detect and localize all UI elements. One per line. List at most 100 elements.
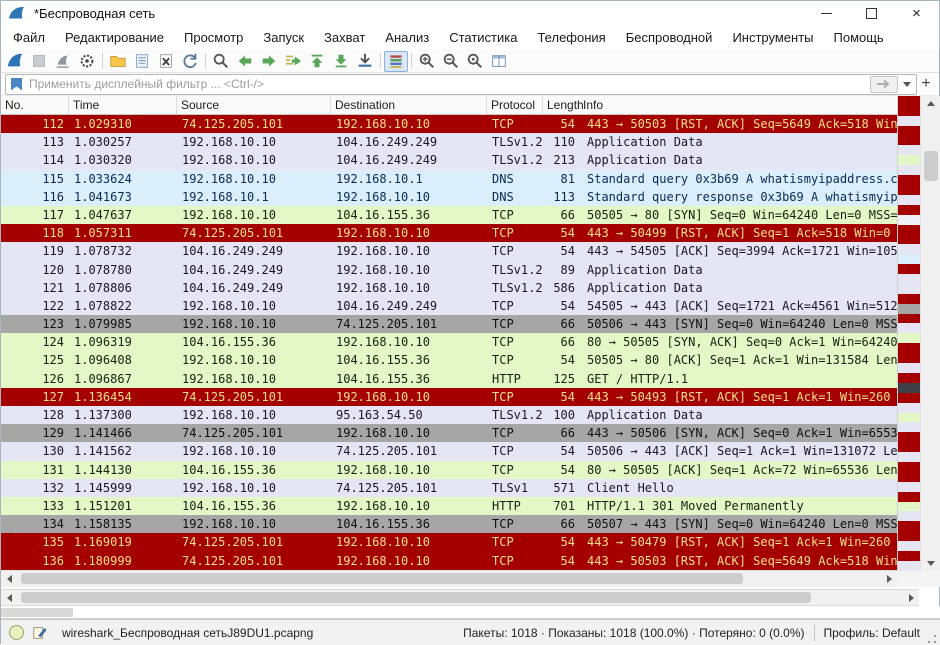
go-to-packet-button[interactable] [281,51,305,72]
menu-edit[interactable]: Редактирование [55,25,174,50]
packet-row[interactable]: 1341.158135192.168.10.10104.16.155.36TCP… [1,515,897,533]
go-to-packet-icon [284,52,302,70]
capture-options-icon [78,52,96,70]
scroll-left-button[interactable] [1,571,17,587]
zoom-original-button[interactable] [463,51,487,72]
scroll-right-button[interactable] [881,571,897,587]
close-file-button[interactable] [154,51,178,72]
vertical-scrollbar-thumb[interactable] [924,151,938,181]
last-packet-button[interactable] [329,51,353,72]
menu-statistics[interactable]: Статистика [439,25,527,50]
save-file-button[interactable] [130,51,154,72]
stop-capture-button[interactable] [27,51,51,72]
packet-row[interactable]: 1311.144130104.16.155.36192.168.10.10TCP… [1,461,897,479]
profile-label[interactable]: Профиль: Default [824,626,921,640]
expert-info-icon[interactable] [9,625,24,640]
display-filter-input[interactable] [27,76,870,92]
column-header-source[interactable]: Source [177,96,331,114]
packet-row[interactable]: 1321.145999192.168.10.1074.125.205.101TL… [1,479,897,497]
packet-row[interactable]: 1361.18099974.125.205.101192.168.10.10TC… [1,552,897,570]
close-button[interactable]: × [894,1,939,25]
start-capture-button[interactable] [3,51,27,72]
packet-row[interactable]: 1141.030320192.168.10.10104.16.249.249TL… [1,151,897,169]
annotation-icon[interactable] [32,625,48,641]
open-file-button[interactable] [106,51,130,72]
toolbar-separator [102,53,103,69]
zoom-in-button[interactable] [415,51,439,72]
packet-row[interactable]: 1291.14146674.125.205.101192.168.10.10TC… [1,424,897,442]
packet-row[interactable]: 1241.096319104.16.155.36192.168.10.10TCP… [1,333,897,351]
column-header-info[interactable]: Info [579,96,897,114]
scroll-up-button[interactable] [921,96,940,111]
column-header-protocol[interactable]: Protocol [487,96,543,114]
packet-row[interactable]: 1211.078806104.16.249.249192.168.10.10TL… [1,279,897,297]
menu-view[interactable]: Просмотр [174,25,253,50]
packet-row[interactable]: 1301.141562192.168.10.1074.125.205.101TC… [1,442,897,460]
menu-telephony[interactable]: Телефония [527,25,615,50]
packet-row[interactable]: 1121.02931074.125.205.101192.168.10.10TC… [1,115,897,133]
menu-go[interactable]: Запуск [253,25,314,50]
menu-wireless[interactable]: Беспроводной [616,25,723,50]
packet-row[interactable]: 1271.13645474.125.205.101192.168.10.10TC… [1,388,897,406]
find-packet-button[interactable] [209,51,233,72]
packet-list-hscrollbar[interactable] [1,570,897,587]
reload-file-button[interactable] [178,51,202,72]
scroll-left-button[interactable] [1,590,17,605]
maximize-button[interactable] [849,1,894,25]
filter-history-dropdown[interactable] [901,77,913,92]
hscrollbar-thumb[interactable] [21,573,743,584]
vertical-scrollbar[interactable] [920,96,940,571]
zoom-out-button[interactable] [439,51,463,72]
pane-splitter-handle[interactable] [1,608,73,617]
packet-row[interactable]: 1131.030257192.168.10.10104.16.249.249TL… [1,133,897,151]
open-file-icon [109,52,127,70]
restart-capture-button[interactable] [51,51,75,72]
menu-analyze[interactable]: Анализ [375,25,439,50]
colorize-packets-button[interactable] [384,51,408,72]
scroll-right-button[interactable] [903,590,919,605]
menu-file[interactable]: Файл [3,25,55,50]
minimap[interactable] [897,96,920,571]
previous-packet-button[interactable] [233,51,257,72]
column-header-time[interactable]: Time [69,96,177,114]
packet-row[interactable]: 1231.079985192.168.10.1074.125.205.101TC… [1,315,897,333]
last-packet-icon [332,52,350,70]
packet-row[interactable]: 1281.137300192.168.10.1095.163.54.50TLSv… [1,406,897,424]
packet-row[interactable]: 1151.033624192.168.10.10192.168.10.1DNS8… [1,170,897,188]
resize-grip[interactable] [926,633,938,645]
display-filter-field[interactable] [5,74,917,95]
filter-bookmark-icon[interactable] [11,78,22,91]
cell-length: 54 [543,351,579,369]
next-packet-button[interactable] [257,51,281,72]
capture-options-button[interactable] [75,51,99,72]
add-filter-button[interactable]: + [917,75,935,93]
column-header-no[interactable]: No. [1,96,69,114]
cell-info: 443 → 50506 [SYN, ACK] Seq=0 Ack=1 Win=6… [579,424,897,442]
packet-row[interactable]: 1171.047637192.168.10.10104.16.155.36TCP… [1,206,897,224]
packet-list[interactable]: 1121.02931074.125.205.101192.168.10.10TC… [1,115,897,570]
packet-row[interactable]: 1351.16901974.125.205.101192.168.10.10TC… [1,533,897,551]
scroll-down-button[interactable] [921,556,940,571]
packet-row[interactable]: 1201.078780104.16.249.249192.168.10.10TL… [1,261,897,279]
capture-file-name[interactable]: wireshark_Беспроводная сетьJ89DU1.pcapng [62,626,313,640]
minimize-button[interactable] [804,1,849,25]
packet-row[interactable]: 1331.151201104.16.155.36192.168.10.10HTT… [1,497,897,515]
column-header-length[interactable]: Length [543,96,579,114]
first-packet-button[interactable] [305,51,329,72]
cell-source: 192.168.10.10 [177,151,331,169]
packet-row[interactable]: 1191.078732104.16.249.249192.168.10.10TC… [1,242,897,260]
auto-scroll-button[interactable] [353,51,377,72]
hscrollbar-thumb[interactable] [21,592,811,603]
column-header-destination[interactable]: Destination [331,96,487,114]
packet-row[interactable]: 1181.05731174.125.205.101192.168.10.10TC… [1,224,897,242]
packet-row[interactable]: 1261.096867192.168.10.10104.16.155.36HTT… [1,370,897,388]
resize-columns-button[interactable] [487,51,511,72]
apply-filter-button[interactable] [870,76,898,93]
packet-row[interactable]: 1221.078822192.168.10.10104.16.249.249TC… [1,297,897,315]
packet-row[interactable]: 1251.096408192.168.10.10104.16.155.36TCP… [1,351,897,369]
menu-help[interactable]: Помощь [824,25,894,50]
menu-capture[interactable]: Захват [314,25,375,50]
menu-tools[interactable]: Инструменты [722,25,823,50]
packet-row[interactable]: 1161.041673192.168.10.1192.168.10.10DNS1… [1,188,897,206]
lower-pane-hscrollbar[interactable] [1,589,919,606]
